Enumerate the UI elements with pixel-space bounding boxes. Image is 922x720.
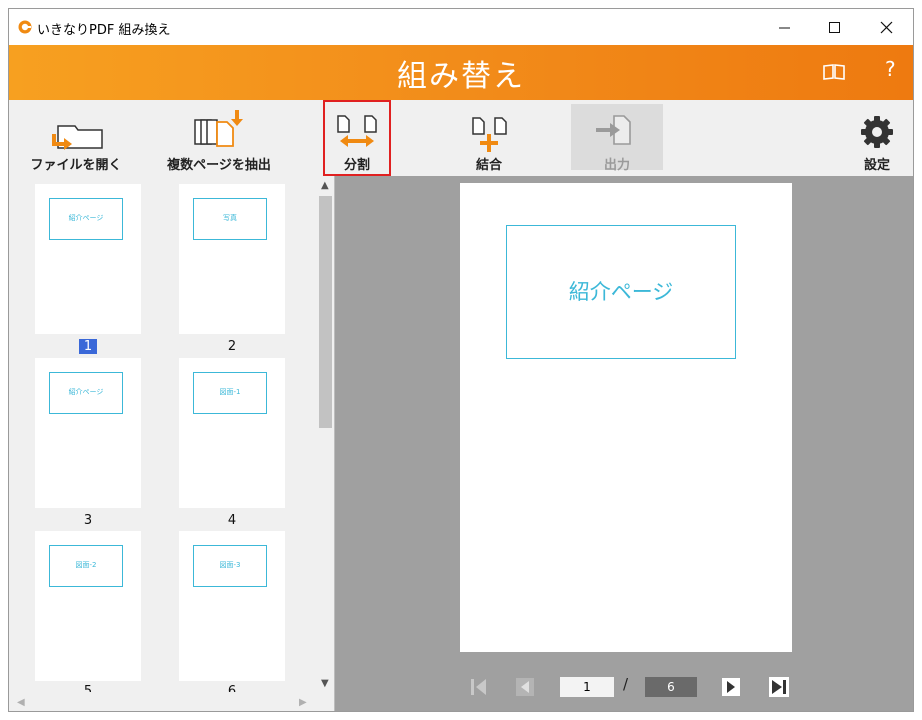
thumbnail-panel: 紹介ページ 1 写真 2 紹介ページ 3 図面-1 4 図面-2 5 図面-3 … <box>9 176 335 711</box>
app-window: いきなりPDF 組み換え 組み替え ? ファイルを開く 複数ページを抽出 分割 … <box>8 8 914 712</box>
multi-page-extract-icon <box>194 110 243 147</box>
book-icon[interactable] <box>822 63 846 81</box>
previous-page-icon[interactable] <box>514 676 536 698</box>
open-file-button[interactable]: ファイルを開く <box>17 100 135 176</box>
last-page-icon[interactable] <box>768 676 790 698</box>
page-number: 4 <box>227 513 237 528</box>
thumbnail-page-6[interactable]: 図面-3 <box>179 531 285 681</box>
minimize-icon <box>779 27 790 29</box>
horizontal-scrollbar[interactable]: ◀ ▶ <box>9 694 317 711</box>
settings-button[interactable]: 設定 <box>847 100 907 176</box>
thumbnail-page-1[interactable]: 紹介ページ <box>35 184 141 334</box>
app-header: 組み替え ? <box>9 45 913 100</box>
thumbnail-content-box: 図面-1 <box>193 372 267 414</box>
settings-label: 設定 <box>863 158 890 173</box>
thumbnail-text: 紹介ページ <box>68 388 104 396</box>
current-page-input[interactable]: 1 <box>560 677 614 697</box>
thumbnail-content-box: 紹介ページ <box>49 372 123 414</box>
page-number: 6 <box>227 684 237 692</box>
thumbnail-content-box: 図面-3 <box>193 545 267 587</box>
title-bar: いきなりPDF 組み換え <box>9 9 913 45</box>
scrollbar-thumb[interactable] <box>319 196 332 428</box>
app-icon <box>18 20 32 34</box>
thumbnail-page-5[interactable]: 図面-2 <box>35 531 141 681</box>
join-label: 結合 <box>475 158 502 173</box>
split-pages-icon <box>337 115 377 147</box>
maximize-button[interactable] <box>809 9 859 45</box>
close-button[interactable] <box>861 9 911 45</box>
page-number: 3 <box>83 513 93 528</box>
first-page-icon[interactable] <box>468 676 490 698</box>
thumbnail-text: 図面-3 <box>219 561 241 569</box>
folder-open-icon <box>52 125 103 150</box>
page-number-selected: 1 <box>78 339 98 354</box>
close-icon <box>880 21 893 34</box>
page-number: 2 <box>227 339 237 354</box>
split-label: 分割 <box>343 158 370 173</box>
scroll-up-icon[interactable]: ▲ <box>321 180 329 191</box>
page-separator: / <box>623 675 629 693</box>
total-pages: 6 <box>645 677 697 697</box>
thumbnail-content-box: 図面-2 <box>49 545 123 587</box>
toolbar: ファイルを開く 複数ページを抽出 分割 結合 出力 設定 <box>9 100 913 176</box>
extract-pages-button[interactable]: 複数ページを抽出 <box>157 100 281 176</box>
vertical-scrollbar[interactable]: ▲ ▼ <box>317 178 334 694</box>
preview-page: 紹介ページ <box>460 183 792 652</box>
open-file-label: ファイルを開く <box>30 158 122 173</box>
extract-pages-label: 複数ページを抽出 <box>167 158 271 173</box>
thumbnail-text: 図面-2 <box>75 561 97 569</box>
maximize-icon <box>829 22 840 33</box>
thumbnail-text: 写真 <box>223 214 237 222</box>
join-button[interactable]: 結合 <box>449 100 529 176</box>
join-pages-icon <box>472 117 507 152</box>
window-title: いきなりPDF 組み換え <box>37 23 171 38</box>
output-icon <box>596 115 631 145</box>
preview-area: 紹介ページ 1 / 6 <box>335 176 913 711</box>
thumbnail-page-2[interactable]: 写真 <box>179 184 285 334</box>
thumbnail-page-4[interactable]: 図面-1 <box>179 358 285 508</box>
header-title: 組み替え <box>397 59 525 94</box>
scroll-down-icon[interactable]: ▼ <box>321 678 329 689</box>
help-icon[interactable]: ? <box>885 57 896 81</box>
preview-content-box: 紹介ページ <box>506 225 736 359</box>
preview-text: 紹介ページ <box>568 280 674 304</box>
output-button[interactable]: 出力 <box>571 104 663 173</box>
thumbnail-content-box: 紹介ページ <box>49 198 123 240</box>
scroll-left-icon[interactable]: ◀ <box>17 697 25 708</box>
page-number: 5 <box>83 684 93 692</box>
split-button[interactable]: 分割 <box>323 100 391 176</box>
gear-icon <box>861 116 893 148</box>
thumbnail-page-3[interactable]: 紹介ページ <box>35 358 141 508</box>
next-page-icon[interactable] <box>720 676 742 698</box>
minimize-button[interactable] <box>759 9 809 45</box>
thumbnail-text: 紹介ページ <box>68 214 104 222</box>
thumbnail-content-box: 写真 <box>193 198 267 240</box>
page-number: 1 <box>35 339 141 354</box>
thumbnail-text: 図面-1 <box>219 388 241 396</box>
output-label: 出力 <box>603 158 630 173</box>
scroll-right-icon[interactable]: ▶ <box>299 697 307 708</box>
